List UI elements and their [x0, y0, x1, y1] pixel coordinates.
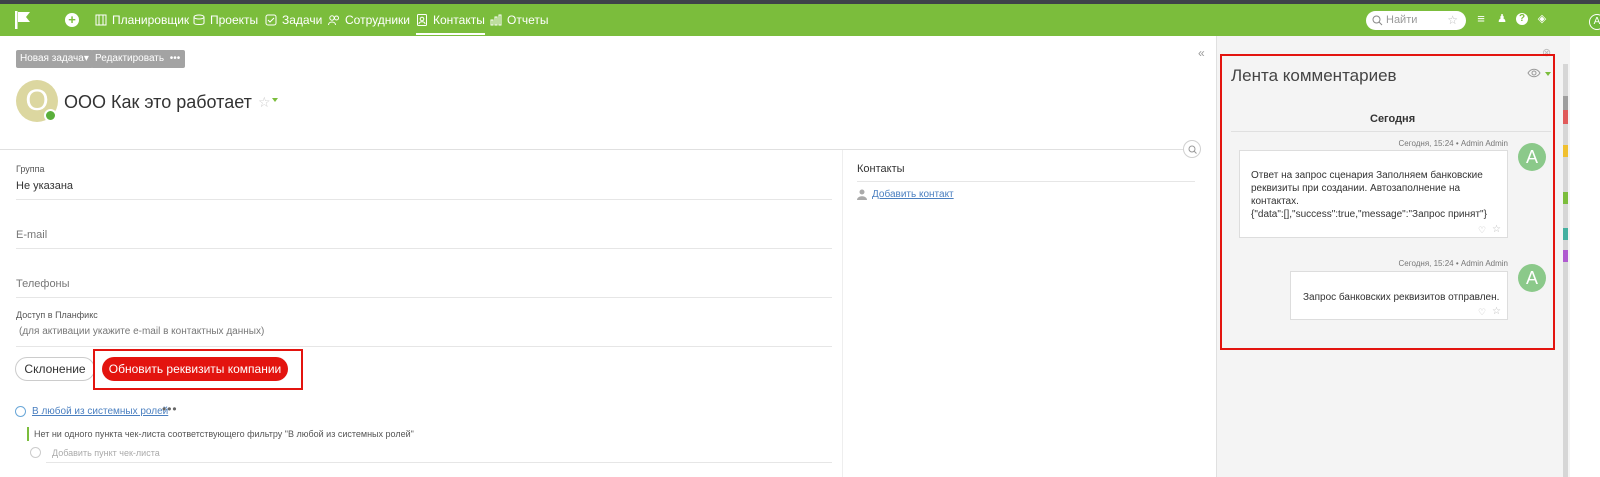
header-divider: [0, 149, 1183, 150]
more-actions-button[interactable]: •••: [165, 50, 185, 68]
access-label: Доступ в Планфикс: [16, 310, 98, 320]
nav-item-label: Задачи: [282, 13, 323, 27]
chevron-down-icon[interactable]: [272, 98, 278, 102]
checklist-filter-link[interactable]: В любой из системных ролей: [32, 406, 168, 417]
declension-button[interactable]: Склонение: [15, 357, 95, 381]
top-navigation-bar: + Планировщик Проекты Задачи Сотрудники …: [0, 4, 1600, 36]
menu-icon[interactable]: ≡: [1475, 12, 1487, 25]
field-divider: [16, 199, 832, 200]
help-icon[interactable]: ?: [1516, 13, 1528, 25]
checklist-radio[interactable]: [30, 447, 41, 458]
checklist-more-button[interactable]: •••: [162, 402, 178, 416]
layers-icon[interactable]: ◈: [1536, 13, 1548, 25]
side-strip-segment: [1563, 228, 1568, 240]
new-task-button[interactable]: Новая задача▾: [16, 50, 93, 68]
collapse-panel-icon[interactable]: «: [1198, 46, 1205, 60]
nav-item-label: Сотрудники: [345, 13, 410, 27]
user-figure-icon[interactable]: ♟: [1496, 13, 1508, 25]
nav-item-label: Контакты: [433, 13, 485, 27]
avatar-edit-badge[interactable]: [44, 109, 57, 122]
nav-item-reports[interactable]: Отчеты: [490, 4, 548, 36]
add-new-icon[interactable]: +: [65, 13, 79, 27]
checklist-empty-text: Нет ни одного пункта чек-листа соответст…: [34, 429, 414, 439]
search-icon: [1372, 15, 1383, 26]
highlight-frame: [1220, 54, 1555, 350]
people-icon: [328, 15, 339, 26]
field-divider: [16, 297, 832, 298]
reports-icon: [490, 14, 502, 26]
nav-item-contacts[interactable]: Контакты: [416, 4, 485, 36]
nav-item-projects[interactable]: Проекты: [193, 4, 258, 36]
check-circle-icon: [15, 406, 26, 417]
nav-item-tasks[interactable]: Задачи: [265, 4, 322, 36]
access-hint: (для активации укажите e-mail в контактн…: [19, 326, 265, 337]
side-strip-segment: [1563, 110, 1568, 124]
search-button[interactable]: [1183, 140, 1201, 158]
user-avatar[interactable]: A: [1589, 14, 1600, 30]
search-placeholder: Найти: [1386, 14, 1418, 26]
field-divider: [46, 462, 832, 463]
group-label: Группа: [16, 164, 45, 174]
highlight-frame: [93, 349, 303, 390]
contacts-section-title: Контакты: [857, 163, 905, 175]
nav-item-label: Проекты: [210, 13, 259, 27]
favorites-star-icon[interactable]: ☆: [1447, 13, 1458, 27]
planner-icon: [95, 14, 107, 26]
side-strip-segment: [1563, 96, 1568, 110]
side-color-strip: [1563, 64, 1568, 477]
group-value[interactable]: Не указана: [16, 180, 73, 192]
add-contact-link[interactable]: Добавить контакт: [872, 189, 954, 200]
add-checklist-item-input[interactable]: Добавить пункт чек-листа: [52, 448, 160, 458]
planfix-logo-icon[interactable]: [12, 9, 34, 31]
search-icon: [1188, 145, 1197, 154]
search-input[interactable]: Найти ☆: [1366, 11, 1466, 30]
nav-item-label: Отчеты: [507, 13, 549, 27]
nav-item-label: Планировщик: [112, 13, 190, 27]
field-divider: [16, 346, 832, 347]
person-icon: [857, 189, 867, 200]
phones-field[interactable]: Телефоны: [16, 278, 70, 290]
page-title: ООО Как это работает: [64, 92, 252, 112]
nav-item-employees[interactable]: Сотрудники: [328, 4, 410, 36]
edit-button[interactable]: Редактировать: [91, 50, 169, 68]
projects-icon: [193, 14, 205, 25]
field-divider: [857, 181, 1195, 182]
column-divider: [842, 150, 843, 477]
side-strip-segment: [1563, 192, 1568, 204]
email-field[interactable]: E-mail: [16, 229, 47, 241]
field-divider: [16, 248, 832, 249]
side-strip-segment: [1563, 145, 1568, 157]
nav-item-planner[interactable]: Планировщик: [95, 4, 189, 36]
contacts-icon: [417, 14, 427, 26]
favorite-star-icon[interactable]: ☆: [258, 94, 271, 111]
checklist-marker: [27, 427, 29, 441]
tasks-icon: [265, 14, 277, 26]
side-strip-segment: [1563, 250, 1568, 262]
